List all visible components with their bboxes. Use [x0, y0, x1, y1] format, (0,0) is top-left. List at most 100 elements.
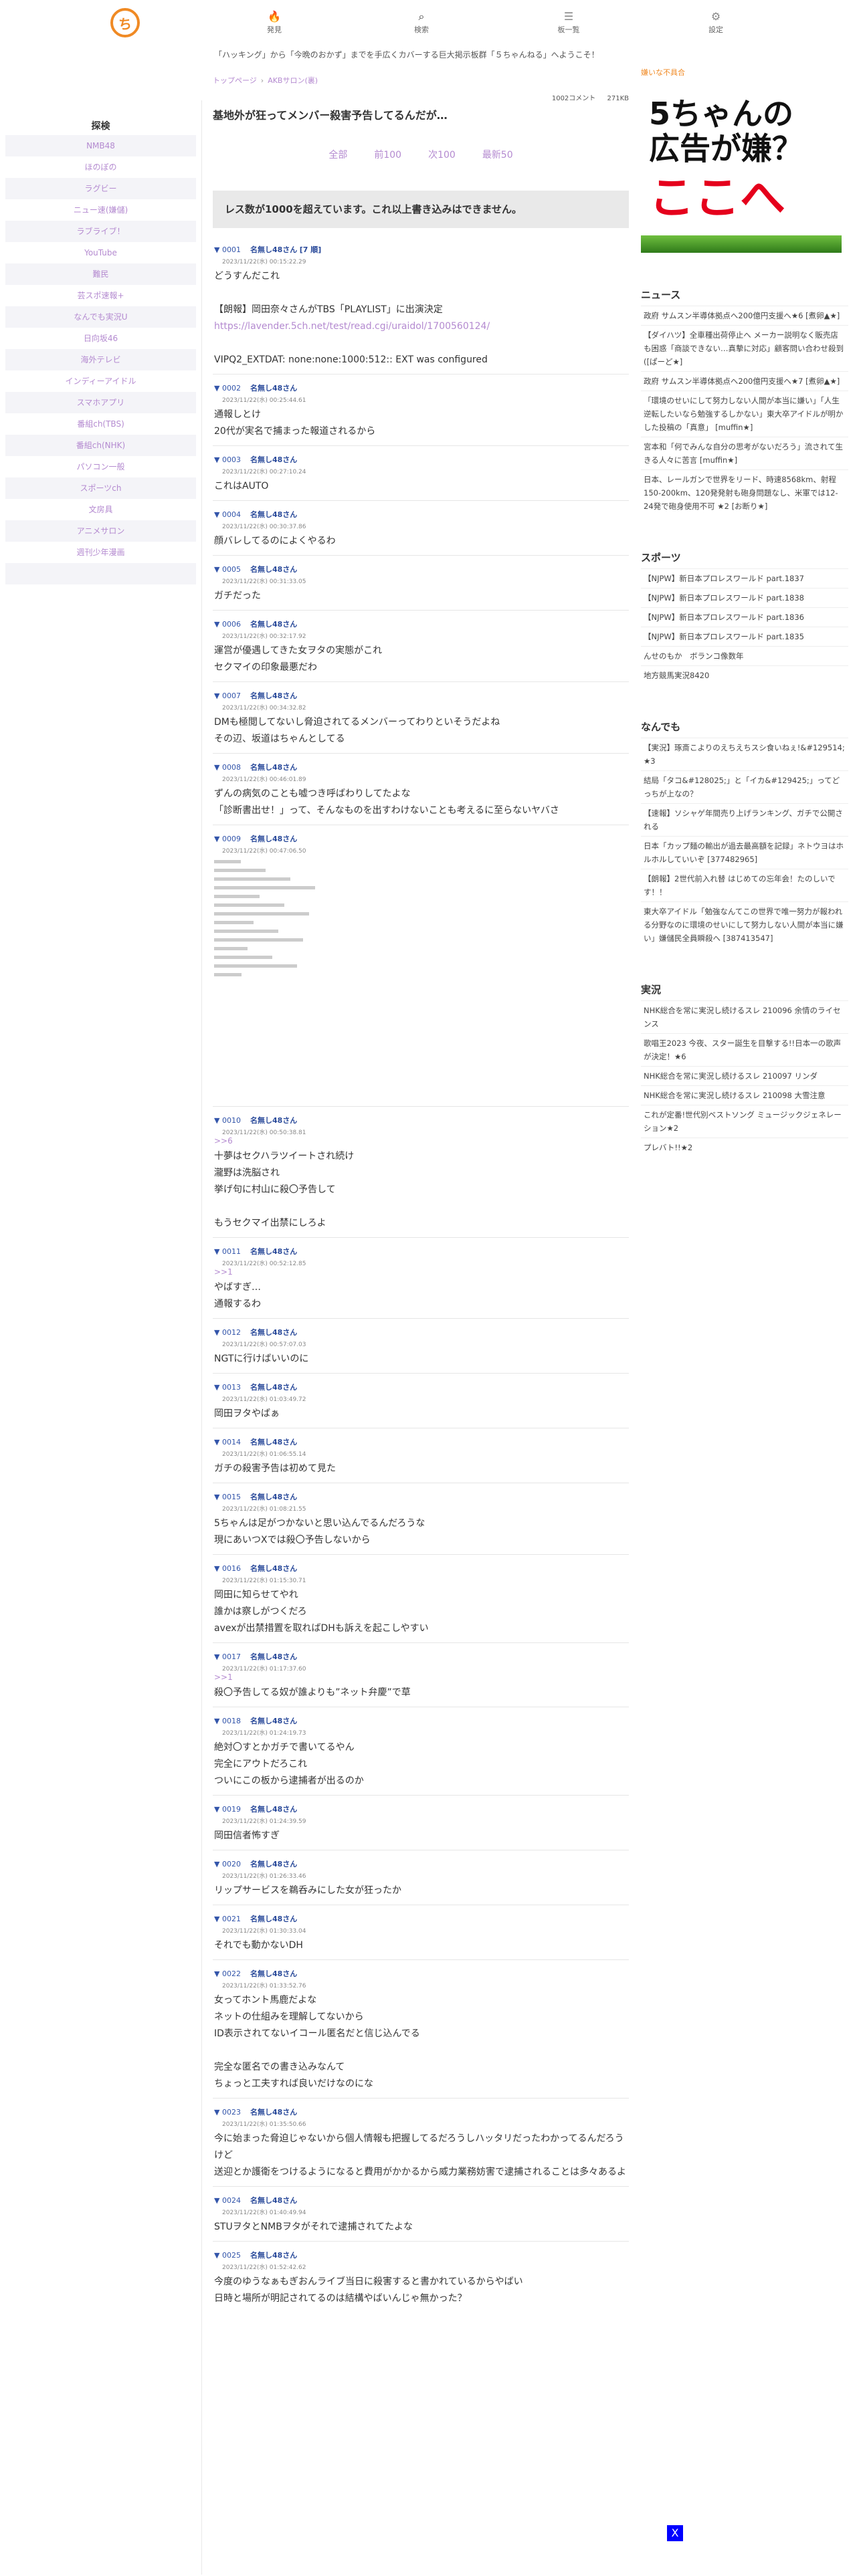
sidebar-item[interactable]: ラグビー: [5, 178, 196, 199]
right-section-item[interactable]: んせのもか ボランコ像数年: [641, 646, 848, 665]
sidebar-item[interactable]: YouTube: [5, 242, 196, 263]
right-section-item[interactable]: 【NJPW】新日本プロレスワールド part.1837: [641, 568, 848, 588]
post-number[interactable]: ▼ 0024: [214, 2196, 241, 2205]
post-number[interactable]: ▼ 0018: [214, 1717, 241, 1725]
pager-latest50[interactable]: 最新50: [482, 148, 513, 161]
right-section-item[interactable]: 東大卒アイドル「勉強なんてこの世界で唯一努力が報われる分野なのに環境のせいにして…: [641, 901, 848, 948]
post-author: 名無し48さん: [250, 2108, 298, 2117]
post-header: ▼ 0001 名無し48さん [7 順]: [214, 244, 629, 255]
post-number[interactable]: ▼ 0021: [214, 1915, 241, 1923]
post-number[interactable]: ▼ 0008: [214, 763, 241, 772]
right-section-item[interactable]: 【NJPW】新日本プロレスワールド part.1836: [641, 607, 848, 627]
sidebar-item[interactable]: なんでも実況U: [5, 306, 196, 328]
right-section-item[interactable]: 結局「タコ&#128025;」と「イカ&#129425;」ってどっちが上なの？: [641, 770, 848, 803]
reply-anchor[interactable]: >>1: [214, 1673, 629, 1682]
sidebar-item[interactable]: 番組ch(NHK): [5, 435, 196, 456]
pager-prev100[interactable]: 前100: [374, 148, 401, 161]
right-section-item[interactable]: NHK総合を常に実況し続けるスレ 210097 リンダ: [641, 1066, 848, 1085]
post-number[interactable]: ▼ 0004: [214, 510, 241, 519]
right-section-item[interactable]: 【速報】ソシャゲ年間売り上げランキング、ガチで公開される: [641, 803, 848, 836]
post-number[interactable]: ▼ 0001: [214, 245, 241, 254]
post-number[interactable]: ▼ 0010: [214, 1116, 241, 1125]
post-link[interactable]: https://lavender.5ch.net/test/read.cgi/u…: [214, 318, 629, 335]
right-section-item[interactable]: 日本、レールガンで世界をリード、時速8568km、射程150-200km、120…: [641, 469, 848, 516]
post-number[interactable]: ▼ 0017: [214, 1652, 241, 1661]
breadcrumb-board[interactable]: AKBサロン(裏): [268, 76, 318, 85]
breadcrumb-top[interactable]: トップページ: [213, 76, 257, 85]
post-line: 挙げ句に村山に殺〇予告して: [214, 1184, 336, 1195]
post-date: 2023/11/22(水) 01:08:21.55: [222, 1506, 306, 1513]
sidebar-item[interactable]: パソコン一般: [5, 456, 196, 477]
sidebar-item[interactable]: スマホアプリ: [5, 392, 196, 413]
right-section-item[interactable]: 【NJPW】新日本プロレスワールド part.1838: [641, 588, 848, 607]
right-section-item[interactable]: 日本「カップ麺の輸出が過去最高額を記録」ネトウヨはホルホルしていいぞ [3774…: [641, 836, 848, 869]
sidebar-item[interactable]: ほのぼの: [5, 156, 196, 178]
post-number[interactable]: ▼ 0013: [214, 1383, 241, 1392]
post-date: 2023/11/22(水) 00:15:22.29: [222, 259, 306, 265]
ad-label[interactable]: 嫌いな不具合: [641, 67, 848, 78]
right-section-item[interactable]: 「環境のせいにして努力しない人間が本当に嫌い」「人生逆転したいなら勉強するしかな…: [641, 391, 848, 437]
right-section-item[interactable]: 【ダイハツ】全車種出荷停止へ メーカー説明なく販売店も困惑「商談できない…真摯に…: [641, 325, 848, 371]
post: ▼ 0007 名無し48さん 2023/11/22(水) 00:34:32.82 DM…: [213, 681, 629, 753]
post-number[interactable]: ▼ 0005: [214, 565, 241, 574]
sidebar-item[interactable]: 海外テレビ: [5, 349, 196, 370]
post-number[interactable]: ▼ 0023: [214, 2108, 241, 2117]
post-number[interactable]: ▼ 0011: [214, 1247, 241, 1256]
sidebar-item[interactable]: 文房具: [5, 499, 196, 520]
post-number[interactable]: ▼ 0022: [214, 1969, 241, 1978]
close-button[interactable]: X: [667, 2525, 683, 2541]
post-number[interactable]: ▼ 0014: [214, 1438, 241, 1446]
right-section-item[interactable]: 歌唱王2023 今夜、スター誕生を目撃する!!日本一の歌声が決定！★6: [641, 1033, 848, 1066]
post-header: ▼ 0008 名無し48さん: [214, 762, 629, 772]
right-section-item[interactable]: NHK総合を常に実況し続けるスレ 210096 余情のライセンス: [641, 1000, 848, 1033]
ad-banner[interactable]: 5ちゃんの 広告が嫌？ ここへ: [641, 86, 842, 253]
reply-anchor[interactable]: >>6: [214, 1136, 629, 1146]
site-logo[interactable]: ち: [110, 8, 140, 37]
sidebar-item[interactable]: インディーアイドル: [5, 370, 196, 392]
post-number[interactable]: ▼ 0025: [214, 2251, 241, 2260]
post-number[interactable]: ▼ 0007: [214, 691, 241, 700]
nav-boards[interactable]: ☰ 板一覧: [542, 9, 595, 35]
sidebar-item[interactable]: スポーツch: [5, 477, 196, 499]
post-number[interactable]: ▼ 0019: [214, 1805, 241, 1814]
right-section-item[interactable]: 【NJPW】新日本プロレスワールド part.1835: [641, 627, 848, 646]
sidebar-title: 探検: [91, 121, 110, 132]
nav-discover[interactable]: 🔥 発見: [248, 9, 301, 35]
post-body: ガチだった: [214, 588, 629, 605]
sidebar-item[interactable]: ニュー速(嫌儲): [5, 199, 196, 221]
post-number[interactable]: ▼ 0002: [214, 384, 241, 393]
reply-anchor[interactable]: >>1: [214, 1267, 629, 1277]
right-section-item[interactable]: 政府 サムスン半導体拠点へ200億円支援へ★7 [煮卵▲★]: [641, 371, 848, 391]
post-line: 「診断書出せ！」って、そんなものを出すわけないことも考えるに至らないヤバさ: [214, 805, 559, 816]
right-section-item[interactable]: 宮本和「何でみんな自分の思考がないだろう」流されて生きる人々に苦言 [muffi…: [641, 437, 848, 469]
right-section-item[interactable]: 【朗報】2世代前入れ替 はじめての忘年会！たのしいです！！: [641, 869, 848, 901]
right-section-item[interactable]: プレバト!!★2: [641, 1138, 848, 1157]
post-number[interactable]: ▼ 0016: [214, 1564, 241, 1573]
sidebar-item[interactable]: 番組ch(TBS): [5, 413, 196, 435]
sidebar-item[interactable]: 難民: [5, 263, 196, 285]
sidebar-item[interactable]: NMB48: [5, 135, 196, 156]
nav-settings[interactable]: ⚙ 設定: [689, 9, 743, 35]
post-number[interactable]: ▼ 0012: [214, 1328, 241, 1337]
right-section-item[interactable]: 政府 サムスン半導体拠点へ200億円支援へ★6 [煮卵▲★]: [641, 306, 848, 325]
pager-next100[interactable]: 次100: [428, 148, 456, 161]
post-date: 2023/11/22(水) 00:27:10.24: [222, 469, 306, 475]
sidebar-item[interactable]: 芸スポ速報+: [5, 285, 196, 306]
post-number[interactable]: ▼ 0009: [214, 835, 241, 843]
post-line: リップサービスを鵜呑みにした女が狂ったか: [214, 1885, 401, 1896]
sidebar-item[interactable]: 日向坂46: [5, 328, 196, 349]
post-number[interactable]: ▼ 0020: [214, 1860, 241, 1868]
sidebar-item[interactable]: ラブライブ！: [5, 221, 196, 242]
nav-search[interactable]: ⌕ 検索: [395, 9, 448, 35]
ad-grass: [641, 235, 842, 253]
right-section-item[interactable]: これが定番!世代別ベストソング ミュージックジェネレーション★2: [641, 1105, 848, 1138]
pager-all[interactable]: 全部: [328, 148, 347, 161]
right-section-item[interactable]: 地方競馬実況8420: [641, 665, 848, 685]
right-section-item[interactable]: NHK総合を常に実況し続けるスレ 210098 大雪注意: [641, 1085, 848, 1105]
sidebar-item[interactable]: 週刊少年漫画: [5, 542, 196, 563]
post-number[interactable]: ▼ 0006: [214, 620, 241, 629]
right-section-item[interactable]: 【実況】琢斎こよりのえちえちスシ食いねぇ!&#129514; ★3: [641, 738, 848, 770]
post-number[interactable]: ▼ 0003: [214, 455, 241, 464]
sidebar-item[interactable]: アニメサロン: [5, 520, 196, 542]
post-number[interactable]: ▼ 0015: [214, 1493, 241, 1501]
